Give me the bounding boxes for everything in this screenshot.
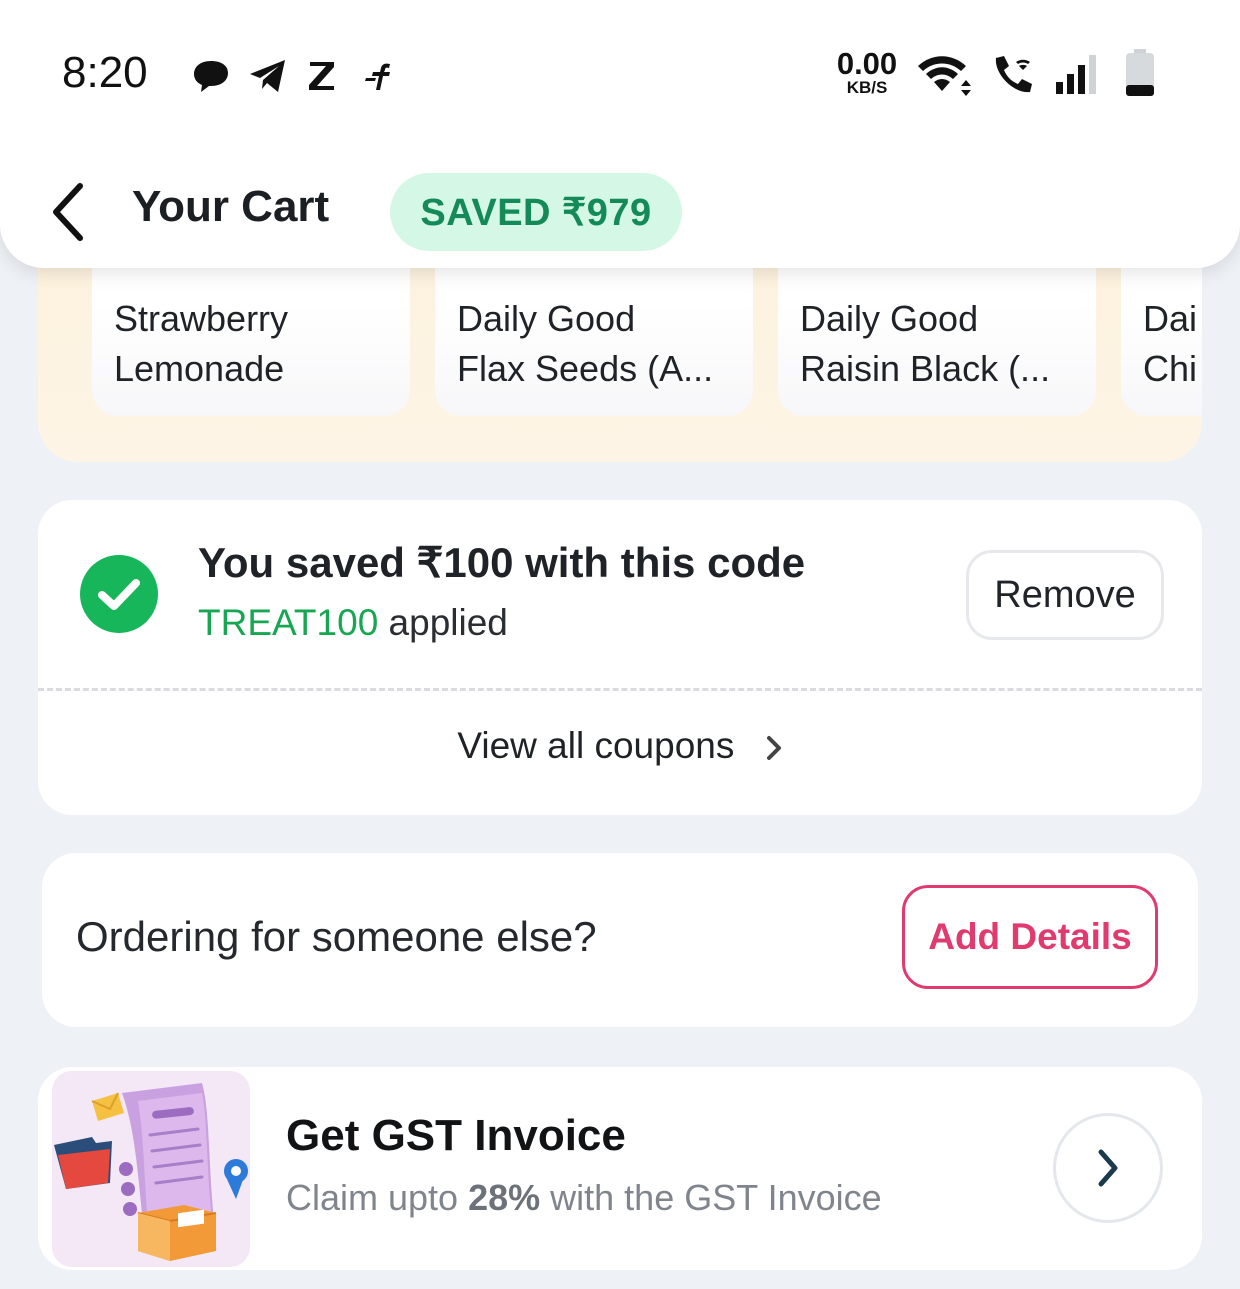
product-name-line1: Strawberry xyxy=(114,298,289,339)
product-name-line2: Flax Seeds (A... xyxy=(457,348,714,389)
network-speed-unit: KB/S xyxy=(846,78,888,97)
view-all-coupons-link[interactable]: View all coupons xyxy=(38,725,1202,767)
product-name-line1: Daily Good xyxy=(800,298,979,339)
coupon-applied-line: TREAT100 applied xyxy=(198,602,508,644)
signal-icon xyxy=(1056,55,1096,94)
remove-coupon-button[interactable]: Remove xyxy=(966,550,1164,640)
flipkart-icon xyxy=(365,63,390,90)
back-arrow-icon[interactable] xyxy=(44,180,94,244)
invoice-illustration-icon xyxy=(52,1071,250,1267)
status-time: 8:20 xyxy=(62,48,148,97)
coupon-card: You saved ₹100 with this code TREAT100 a… xyxy=(38,500,1202,815)
battery-icon xyxy=(1126,49,1154,96)
coupon-code: TREAT100 xyxy=(198,602,379,643)
network-speed-value: 0.00 xyxy=(836,46,898,81)
ordering-for-someone-card: Ordering for someone else? Add Details xyxy=(42,853,1198,1027)
top-bar: 8:20 0.00 KB/S Your Cart SAVED ₹979 xyxy=(0,0,1240,268)
z-app-icon xyxy=(309,62,334,90)
product-name-line2: Lemonade xyxy=(114,348,285,389)
status-bar: 8:20 0.00 KB/S xyxy=(0,40,1240,110)
cart-header: Your Cart SAVED ₹979 xyxy=(0,160,1240,260)
chat-bubble-icon xyxy=(194,61,228,92)
wifi-icon xyxy=(918,56,971,96)
gst-sub-prefix: Claim upto xyxy=(286,1177,469,1218)
gst-invoice-title: Get GST Invoice xyxy=(286,1111,626,1160)
gst-sub-percent: 28% xyxy=(468,1177,541,1218)
chevron-right-icon xyxy=(766,736,781,761)
product-name-line2: Chi xyxy=(1143,348,1198,389)
telegram-icon xyxy=(250,60,285,92)
gst-sub-suffix: with the GST Invoice xyxy=(540,1177,882,1218)
page-title: Your Cart xyxy=(132,182,330,231)
gst-invoice-card[interactable]: Get GST Invoice Claim upto 28% with the … xyxy=(38,1067,1202,1270)
ordering-question: Ordering for someone else? xyxy=(76,913,597,960)
add-details-button[interactable]: Add Details xyxy=(902,885,1158,989)
chevron-right-icon xyxy=(1098,1149,1118,1187)
network-speed: 0.00 KB/S xyxy=(830,48,904,96)
coupon-applied-text: applied xyxy=(378,602,508,643)
gst-invoice-subtitle: Claim upto 28% with the GST Invoice xyxy=(286,1177,882,1219)
product-name-line2: Raisin Black (... xyxy=(800,348,1051,389)
product-name-line1: Daily Good xyxy=(457,298,636,339)
product-name-line1: Dai xyxy=(1143,298,1198,339)
view-all-coupons-label: View all coupons xyxy=(457,725,735,766)
saved-amount-badge: SAVED ₹979 xyxy=(390,173,682,251)
coupon-savings-title: You saved ₹100 with this code xyxy=(198,539,806,586)
dashed-divider xyxy=(38,688,1202,691)
wifi-call-icon xyxy=(995,56,1032,93)
gst-invoice-open-button[interactable] xyxy=(1053,1113,1163,1223)
check-circle-icon xyxy=(80,555,158,633)
